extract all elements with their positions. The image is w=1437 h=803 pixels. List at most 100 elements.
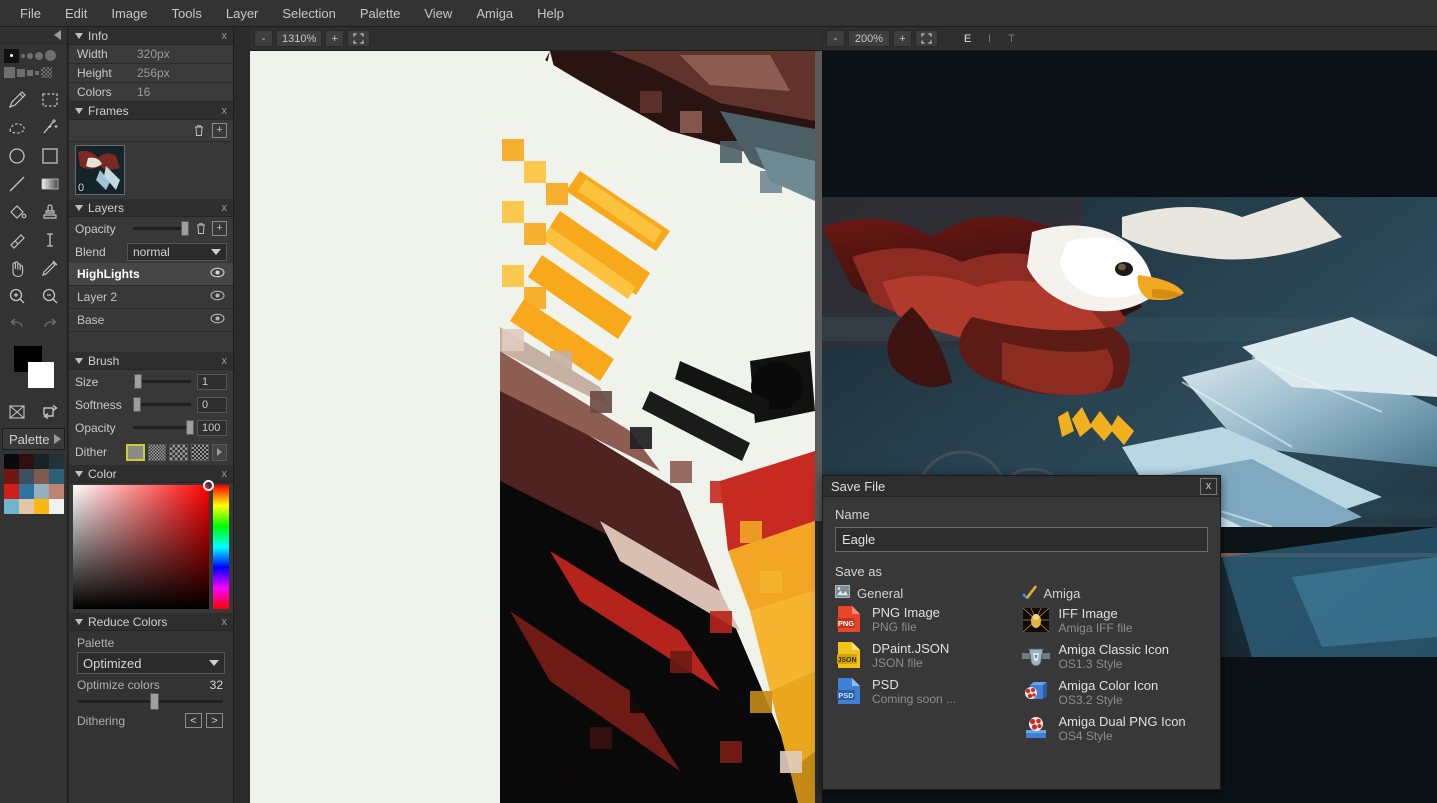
dither-option-dense[interactable] (190, 443, 210, 461)
dither-option-fine[interactable] (147, 443, 167, 461)
menu-item-file[interactable]: File (8, 2, 53, 25)
preview-mode-t-button[interactable]: T (1002, 30, 1021, 47)
brush-preset-3[interactable] (27, 52, 33, 59)
brush-size-slider[interactable] (133, 374, 191, 389)
layer-blend-select[interactable]: normal (127, 242, 227, 261)
trash-icon[interactable] (191, 123, 206, 138)
panel-header-frames[interactable]: Frames x (69, 102, 233, 120)
frame-thumbnail[interactable]: 0 (75, 145, 125, 195)
save-format-psd[interactable]: PSD PSD Coming soon ... (835, 677, 1022, 706)
background-color-swatch[interactable] (28, 362, 54, 388)
fill-tool[interactable] (0, 198, 34, 226)
eraser-tool[interactable] (0, 226, 34, 254)
brush-square-preset-3[interactable] (27, 69, 33, 76)
menu-item-tools[interactable]: Tools (160, 2, 214, 25)
eye-icon[interactable] (210, 313, 225, 327)
brush-size-value[interactable]: 1 (197, 373, 227, 390)
brush-opacity-slider[interactable] (133, 420, 195, 435)
brush-square-preset-2[interactable] (17, 68, 25, 77)
save-format-amiga-dual-png-icon[interactable]: Amiga Dual PNG Icon OS4 Style (1022, 714, 1209, 743)
dither-option-medium[interactable] (169, 443, 188, 461)
canvas-zoom-out-button[interactable]: - (254, 30, 273, 47)
menu-item-amiga[interactable]: Amiga (464, 2, 525, 25)
saturation-value-field[interactable] (73, 480, 214, 609)
brush-square-preset-1[interactable] (4, 67, 15, 78)
preview-mode-e-button[interactable]: E (958, 30, 977, 47)
brush-opacity-value[interactable]: 100 (197, 419, 227, 436)
brush-preset-1[interactable] (4, 48, 19, 63)
save-format-iff[interactable]: IFF Image Amiga IFF file (1022, 606, 1209, 635)
panel-header-reduce-colors[interactable]: Reduce Colors x (69, 613, 233, 631)
menu-item-edit[interactable]: Edit (53, 2, 99, 25)
brush-preset-2[interactable] (21, 53, 25, 58)
menu-item-layer[interactable]: Layer (214, 2, 271, 25)
canvas-viewport[interactable] (250, 51, 815, 803)
redo-tool[interactable] (34, 310, 68, 338)
menu-item-view[interactable]: View (412, 2, 464, 25)
trash-icon[interactable] (193, 221, 208, 236)
palette-swatch-12[interactable] (3, 499, 19, 514)
text-tool[interactable] (34, 226, 68, 254)
brush-preset-5[interactable] (45, 50, 56, 61)
select-rect-tool[interactable] (34, 86, 68, 114)
panel-header-layers[interactable]: Layers x (69, 199, 233, 217)
panel-close-layers[interactable]: x (222, 202, 228, 214)
panel-close-color[interactable]: x (222, 468, 228, 480)
palette-swatch-4[interactable] (3, 469, 19, 484)
panel-close-info[interactable]: x (222, 30, 228, 42)
panel-header-info[interactable]: Info x (69, 27, 233, 45)
palette-swatch-5[interactable] (18, 469, 34, 484)
menu-item-help[interactable]: Help (525, 2, 576, 25)
save-name-input[interactable] (835, 527, 1208, 552)
preview-zoom-in-button[interactable]: + (893, 30, 912, 47)
dither-option-solid[interactable] (125, 443, 145, 461)
ellipse-tool[interactable] (0, 142, 34, 170)
preview-zoom-value[interactable]: 200% (848, 30, 890, 47)
layer-row-layer2[interactable]: Layer 2 (69, 286, 233, 309)
swap-colors-button[interactable] (34, 398, 68, 426)
panel-header-brush[interactable]: Brush x (69, 352, 233, 370)
zoom-out-tool[interactable] (34, 282, 68, 310)
undo-tool[interactable] (0, 310, 34, 338)
preview-mode-i-button[interactable]: I (980, 30, 999, 47)
brush-pattern-preset[interactable] (41, 67, 52, 78)
save-format-png[interactable]: PNG PNG Image PNG file (835, 605, 1022, 634)
lasso-tool[interactable] (0, 114, 34, 142)
rectangle-tool[interactable] (34, 142, 68, 170)
layer-opacity-slider[interactable] (133, 221, 189, 236)
save-format-amiga-classic-icon[interactable]: Amiga Classic Icon OS1.3 Style (1021, 642, 1209, 671)
palette-swatch-9[interactable] (18, 484, 34, 499)
plus-icon[interactable]: + (212, 123, 227, 138)
brush-softness-value[interactable]: 0 (197, 396, 227, 413)
dithering-prev-button[interactable]: < (185, 713, 202, 728)
reduce-palette-select[interactable]: Optimized (77, 652, 225, 674)
zoom-in-tool[interactable] (0, 282, 34, 310)
eye-icon[interactable] (210, 290, 225, 304)
canvas-vertical-scrollbar[interactable] (815, 51, 822, 803)
palette-swatch-7[interactable] (48, 469, 64, 484)
menu-item-palette[interactable]: Palette (348, 2, 412, 25)
layer-row-base[interactable]: Base (69, 309, 233, 332)
line-tool[interactable] (0, 170, 34, 198)
panel-close-frames[interactable]: x (222, 105, 228, 117)
scrollbar-thumb[interactable] (815, 51, 822, 521)
palette-swatch-8[interactable] (3, 484, 19, 499)
brush-softness-slider[interactable] (133, 397, 191, 412)
layer-row-highlights[interactable]: HighLights (69, 263, 233, 286)
no-color-button[interactable] (0, 398, 34, 426)
dithering-next-button[interactable]: > (206, 713, 223, 728)
palette-swatch-0[interactable] (3, 454, 19, 469)
palette-swatch-11[interactable] (48, 484, 64, 499)
palette-swatch-6[interactable] (33, 469, 49, 484)
eyedropper-tool[interactable] (34, 254, 68, 282)
palette-swatch-1[interactable] (18, 454, 34, 469)
menu-item-selection[interactable]: Selection (270, 2, 347, 25)
canvas-zoom-in-button[interactable]: + (325, 30, 345, 47)
close-icon[interactable]: x (1200, 477, 1217, 495)
plus-icon[interactable]: + (212, 221, 227, 236)
panel-close-reduce-colors[interactable]: x (222, 616, 228, 628)
brush-preset-4[interactable] (35, 51, 43, 60)
pencil-tool[interactable] (0, 86, 34, 114)
menu-item-image[interactable]: Image (99, 2, 159, 25)
hue-slider[interactable] (213, 485, 229, 609)
